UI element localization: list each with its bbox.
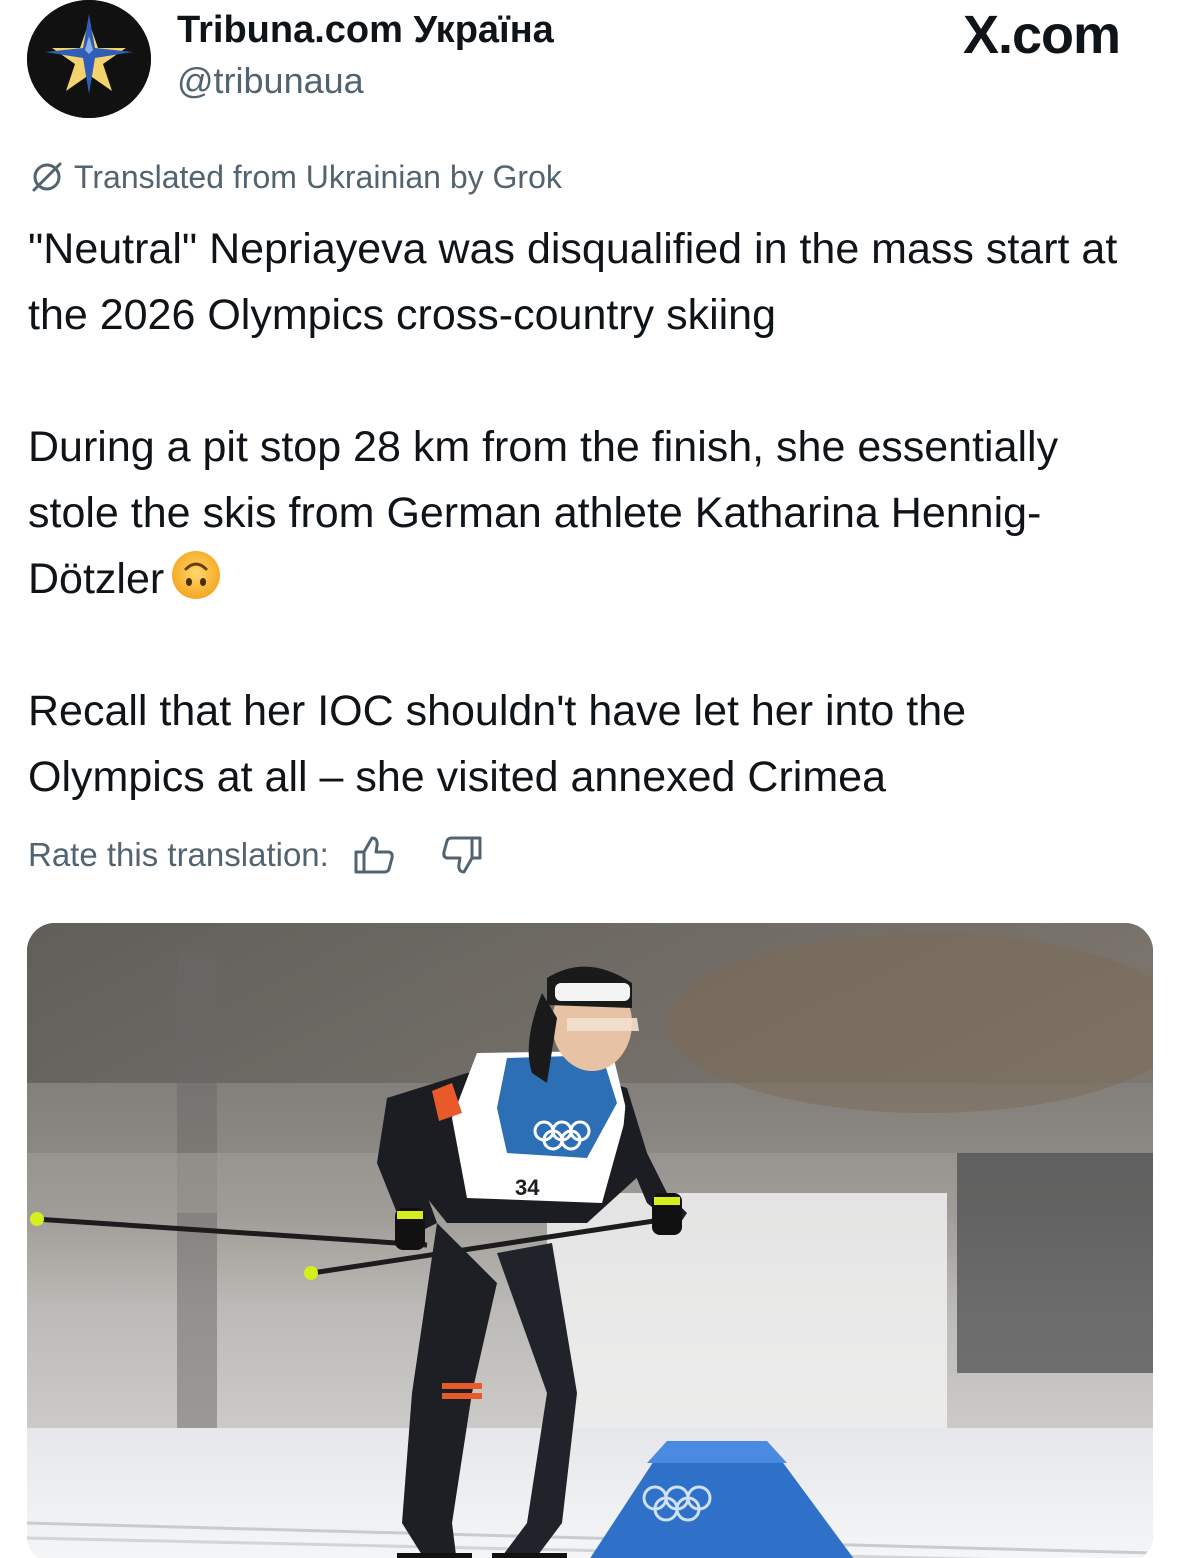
tweet-text: "Neutral" Nepriayeva was disqualified in… (28, 216, 1148, 810)
translation-note: Translated from Ukrainian by Grok (28, 158, 562, 196)
rate-translation-label: Rate this translation: (28, 836, 329, 873)
avatar[interactable] (27, 0, 151, 118)
tweet-paragraph: Recall that her IOC shouldn't have let h… (28, 687, 967, 801)
star-logo-icon (27, 0, 151, 118)
translation-note-text: Translated from Ukrainian by Grok (74, 158, 562, 195)
author-handle[interactable]: @tribunaua (177, 60, 364, 102)
thumbs-up-icon[interactable] (351, 832, 397, 878)
tweet-paragraph: During a pit stop 28 km from the finish,… (28, 414, 1148, 612)
upside-down-face-emoji (172, 551, 221, 599)
source-logo: X.com (962, 5, 1121, 65)
tweet-card: Tribuna.com Україна @tribunaua X.com Tra… (0, 0, 1178, 1558)
thumbs-down-icon[interactable] (439, 832, 485, 878)
author-display-name[interactable]: Tribuna.com Україна (177, 9, 554, 52)
skier-photo: 34 (27, 923, 1153, 1558)
bib-number: 34 (515, 1175, 540, 1200)
translate-icon (28, 158, 66, 196)
rate-translation: Rate this translation: (28, 832, 485, 878)
tweet-photo[interactable]: 34 (27, 923, 1153, 1558)
tweet-paragraph: "Neutral" Nepriayeva was disqualified in… (28, 225, 1118, 339)
